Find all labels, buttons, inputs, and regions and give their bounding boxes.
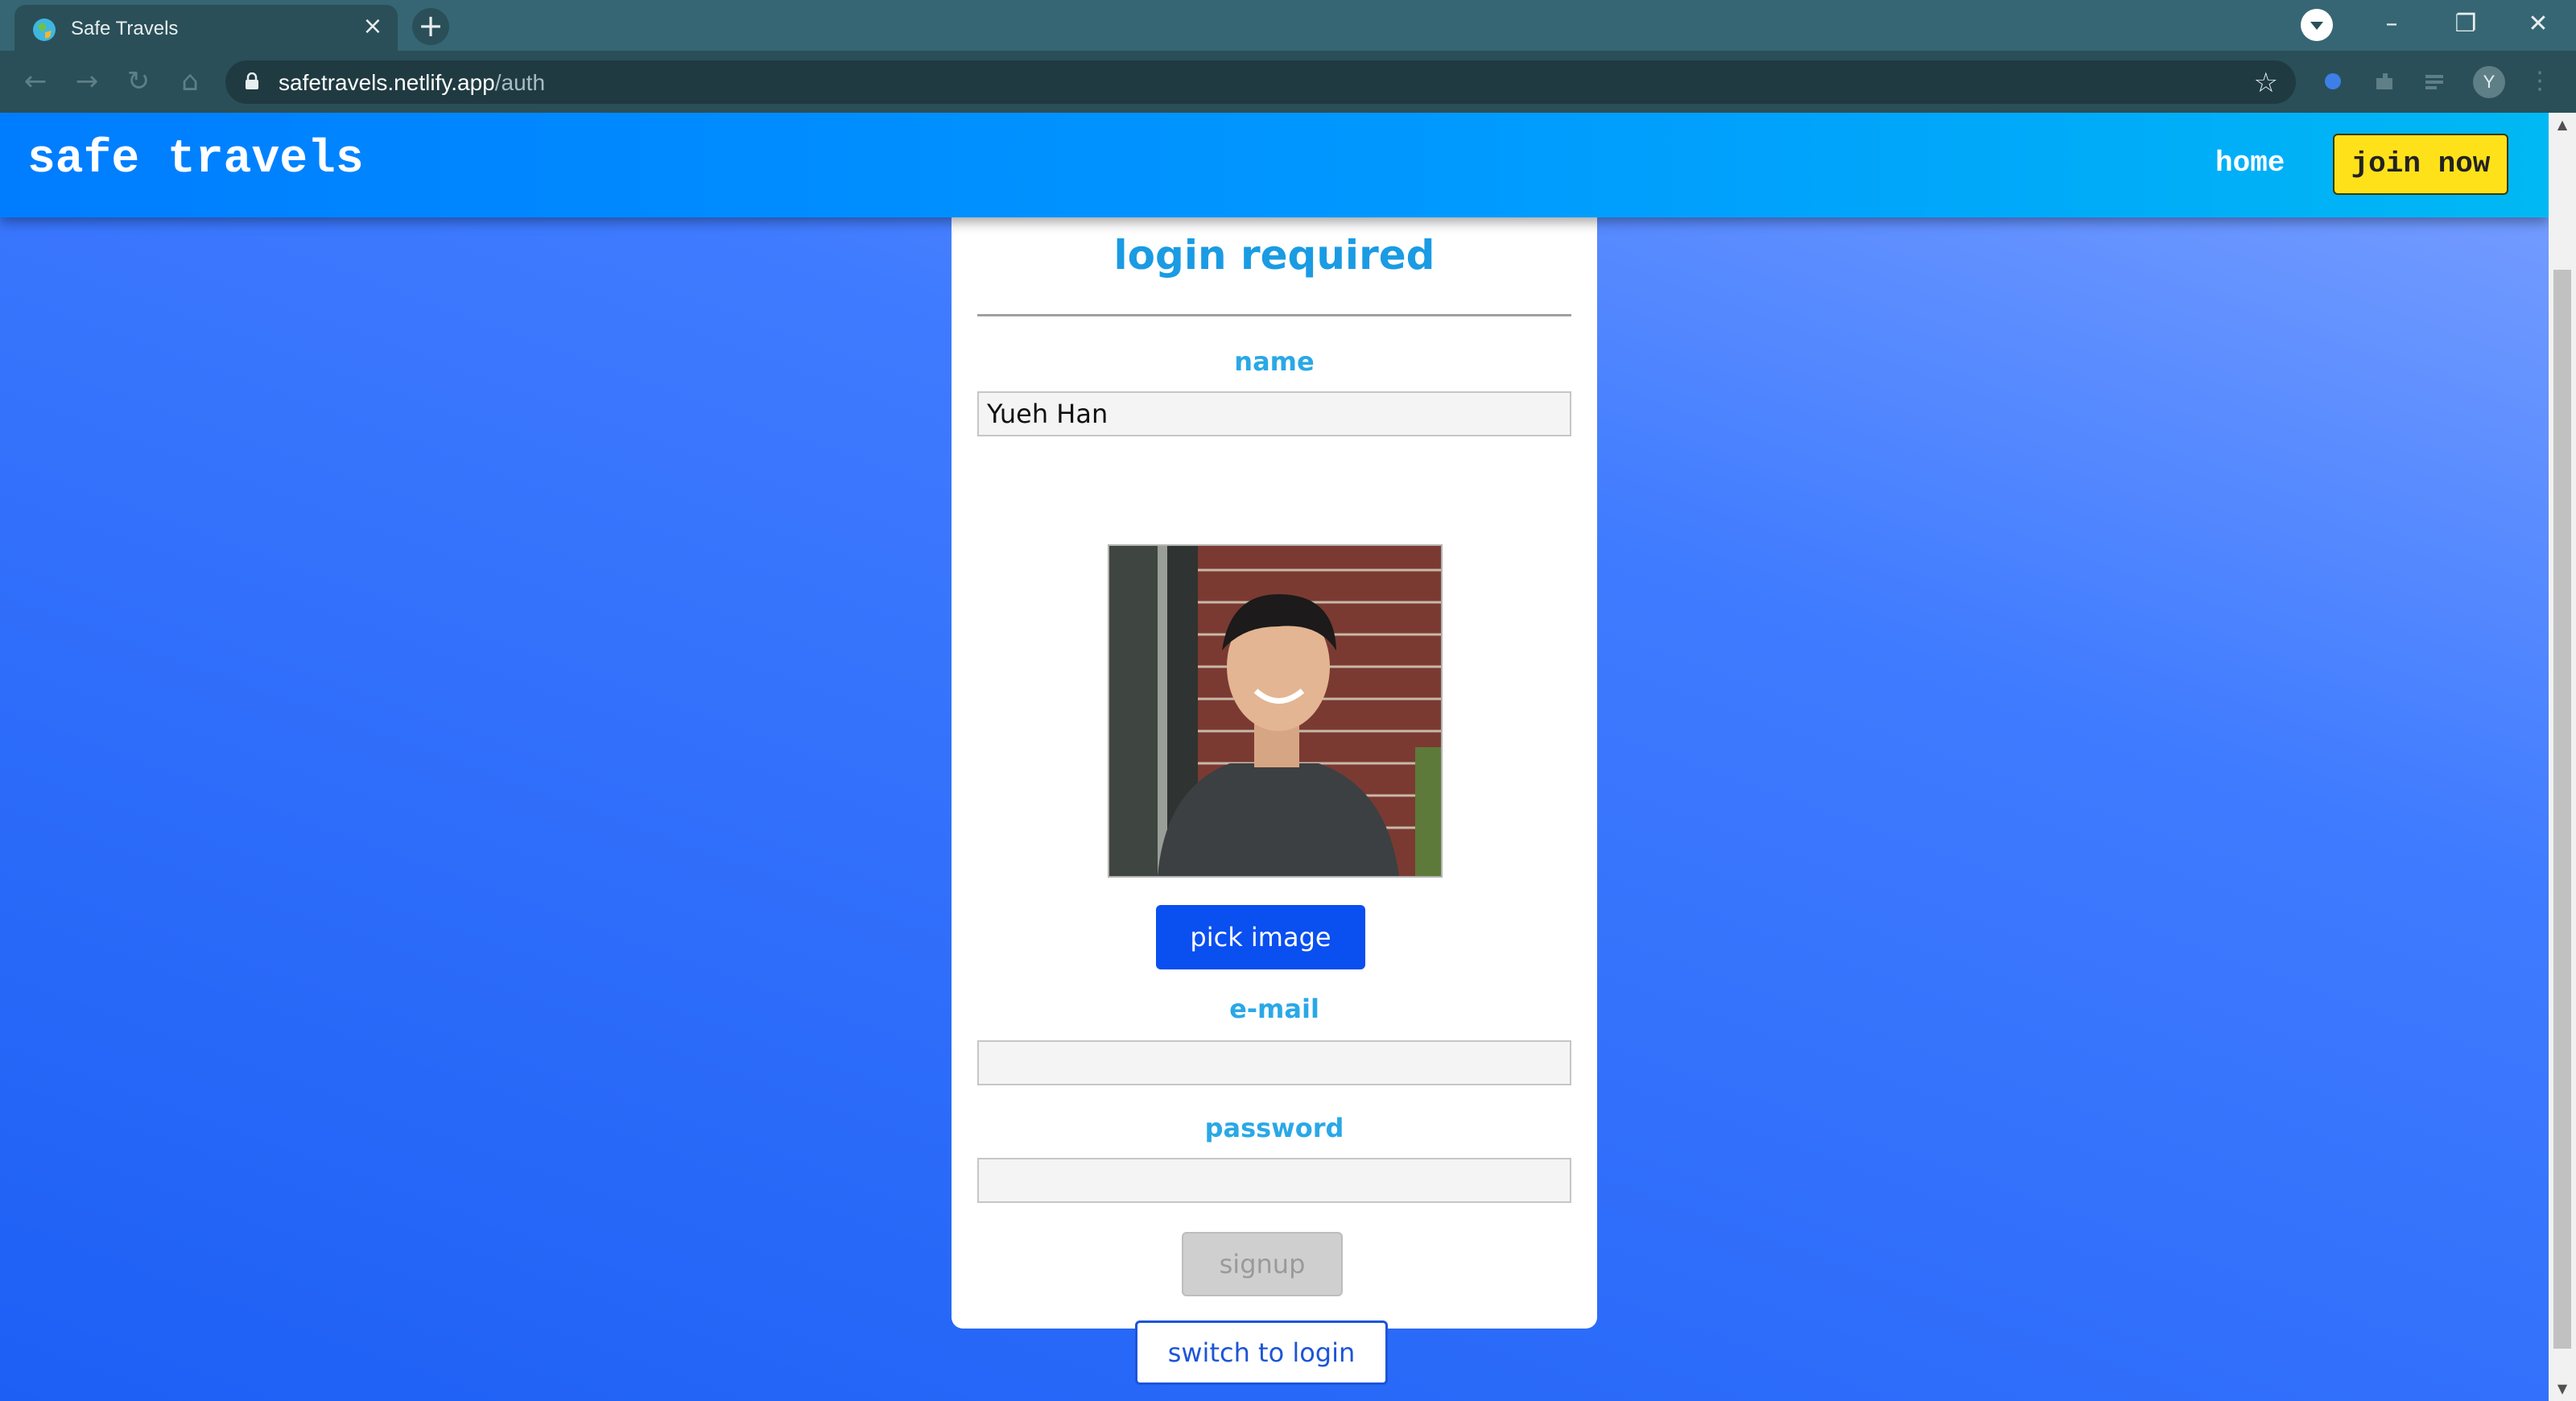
email-label: e-mail <box>1229 994 1319 1024</box>
scroll-up-icon[interactable]: ▲ <box>2549 113 2576 137</box>
auth-card: login required name Yueh Han pick image … <box>952 145 1597 1385</box>
address-bar[interactable]: safetravels.netlify.app/auth ☆ <box>225 60 2296 104</box>
page-viewport: login required name Yueh Han pick image … <box>0 113 2549 1401</box>
password-label: password <box>1204 1113 1344 1143</box>
star-icon[interactable]: ☆ <box>2254 67 2278 99</box>
profile-menu-icon[interactable] <box>2301 9 2333 41</box>
back-icon[interactable]: ← <box>21 67 50 96</box>
reload-icon[interactable]: ↻ <box>124 67 153 96</box>
scrollbar[interactable]: ▲ ▼ <box>2549 113 2576 1401</box>
profile-photo <box>1109 546 1441 876</box>
page-title: login required <box>1113 232 1435 279</box>
name-field[interactable] <box>977 391 1571 436</box>
join-now-button[interactable]: join now <box>2333 134 2508 195</box>
extension-icon[interactable] <box>2421 68 2447 94</box>
browser-tab-strip: Safe Travels × + – ❐ ✕ <box>0 0 2576 51</box>
tab-title: Safe Travels <box>71 18 179 39</box>
extension-icon[interactable] <box>2320 68 2346 94</box>
image-preview <box>1108 544 1443 878</box>
home-icon[interactable]: ⌂ <box>175 67 204 96</box>
site-logo[interactable]: safe travels <box>27 134 364 186</box>
scroll-thumb[interactable] <box>2553 270 2571 1349</box>
avatar[interactable]: Y <box>2473 66 2505 98</box>
name-label: name <box>1234 346 1315 377</box>
divider <box>977 314 1571 316</box>
signup-button[interactable]: signup <box>1182 1232 1343 1296</box>
plus-icon[interactable]: + <box>412 8 449 45</box>
extension-icon[interactable] <box>2372 68 2397 94</box>
switch-to-login-button[interactable]: switch to login <box>1135 1320 1388 1385</box>
site-header: safe travels home join now <box>0 113 2549 217</box>
pick-image-button[interactable]: pick image <box>1156 905 1365 969</box>
password-field[interactable] <box>977 1158 1571 1203</box>
close-icon[interactable]: × <box>361 14 385 39</box>
nav-home-link[interactable]: home <box>2215 147 2285 180</box>
kebab-menu-icon[interactable]: ⋮ <box>2528 65 2552 97</box>
favicon-icon <box>33 19 56 41</box>
browser-toolbar: ← → ↻ ⌂ safetravels.netlify.app/auth ☆ Y… <box>0 51 2576 113</box>
minimize-icon[interactable]: – <box>2363 6 2420 42</box>
browser-tab[interactable]: Safe Travels × <box>14 5 398 51</box>
window-close-icon[interactable]: ✕ <box>2510 6 2566 42</box>
lock-icon <box>246 72 258 89</box>
email-field[interactable] <box>977 1040 1571 1085</box>
url-text: safetravels.netlify.app/auth <box>279 70 546 95</box>
restore-icon[interactable]: ❐ <box>2438 6 2494 42</box>
scroll-down-icon[interactable]: ▼ <box>2549 1377 2576 1401</box>
forward-icon[interactable]: → <box>72 67 101 96</box>
